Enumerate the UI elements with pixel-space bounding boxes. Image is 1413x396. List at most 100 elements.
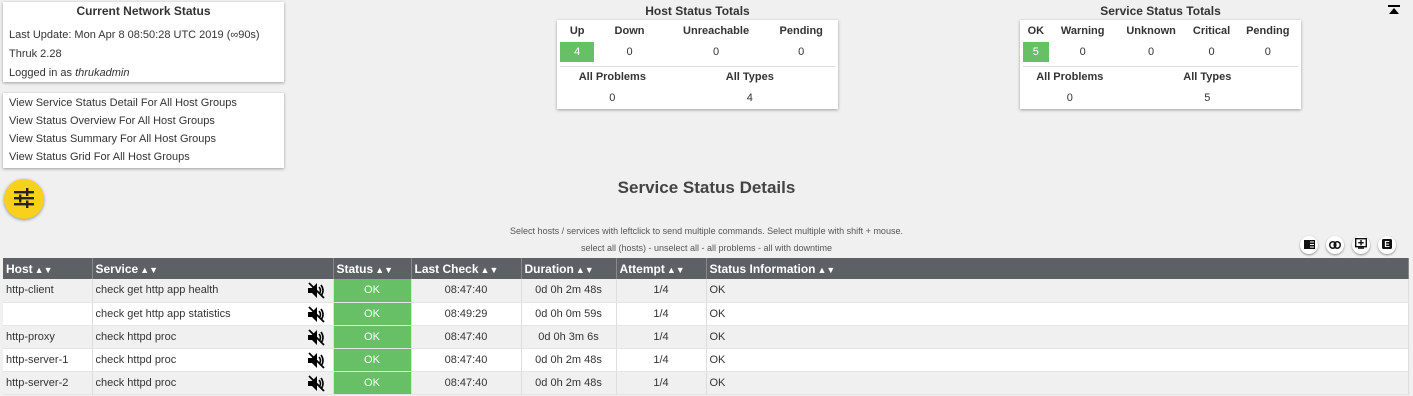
host-all-problems-count[interactable]: 0 bbox=[560, 88, 665, 108]
host-unreachable-header[interactable]: Unreachable bbox=[665, 20, 768, 42]
host-totals-title: Host Status Totals bbox=[645, 4, 750, 18]
status-info-cell: OK bbox=[706, 325, 1409, 349]
status-cell[interactable]: OK bbox=[333, 279, 412, 303]
link-button[interactable] bbox=[1326, 236, 1344, 254]
svc-all-types-count[interactable]: 5 bbox=[1117, 88, 1298, 108]
page-title: Service Status Details bbox=[617, 178, 796, 197]
service-totals-title: Service Status Totals bbox=[1100, 4, 1221, 18]
col-service[interactable]: Service ▲▼ bbox=[92, 258, 334, 279]
add-button[interactable] bbox=[1352, 236, 1370, 254]
sort-icon[interactable]: ▲▼ bbox=[481, 265, 499, 275]
svc-all-problems-count[interactable]: 0 bbox=[1023, 88, 1117, 108]
host-cell[interactable]: http-client bbox=[3, 279, 93, 303]
sort-icon[interactable]: ▲▼ bbox=[818, 265, 836, 275]
network-status-box: Current Network Status Last Update: Mon … bbox=[3, 2, 284, 82]
last-check-cell: 08:47:40 bbox=[411, 279, 522, 303]
selection-hint: Select hosts / services with leftclick t… bbox=[510, 226, 903, 236]
svc-all-types-label[interactable]: All Types bbox=[1117, 66, 1298, 88]
host-pending-header[interactable]: Pending bbox=[767, 20, 835, 42]
attempt-cell: 1/4 bbox=[616, 302, 707, 326]
col-status[interactable]: Status ▲▼ bbox=[333, 258, 412, 279]
table-row[interactable]: check get http app statistics OK 08:49:2… bbox=[3, 302, 1409, 326]
selection-links[interactable]: select all (hosts) - unselect all - all … bbox=[0, 243, 1413, 253]
col-host[interactable]: Host ▲▼ bbox=[3, 258, 93, 279]
col-status-info-label: Status Information bbox=[709, 261, 816, 276]
sort-icon[interactable]: ▲▼ bbox=[667, 265, 685, 275]
col-attempt[interactable]: Attempt ▲▼ bbox=[616, 258, 707, 279]
host-all-types-count[interactable]: 4 bbox=[665, 88, 835, 108]
export-button[interactable]: E bbox=[1378, 236, 1396, 254]
username: thrukadmin bbox=[75, 67, 130, 79]
table-row[interactable]: http-client check get http app health OK… bbox=[3, 279, 1409, 303]
service-cell[interactable]: check httpd proc bbox=[92, 348, 334, 372]
host-all-types-label[interactable]: All Types bbox=[665, 66, 835, 88]
muted-icon bbox=[307, 328, 325, 346]
svc-critical-header[interactable]: Critical bbox=[1186, 20, 1238, 42]
table-row[interactable]: http-proxy check httpd proc OK 08:47:40 … bbox=[3, 325, 1409, 349]
svc-unknown-header[interactable]: Unknown bbox=[1117, 20, 1186, 42]
col-last-check[interactable]: Last Check ▲▼ bbox=[411, 258, 522, 279]
host-cell[interactable]: http-server-2 bbox=[3, 371, 93, 395]
table-row[interactable]: http-server-1 check httpd proc OK 08:47:… bbox=[3, 348, 1409, 372]
status-cell[interactable]: OK bbox=[333, 302, 412, 326]
service-totals-box: OK Warning Unknown Critical Pending 5 0 … bbox=[1020, 20, 1301, 109]
col-duration-label: Duration bbox=[524, 261, 574, 276]
svc-ok-count[interactable]: 5 bbox=[1023, 42, 1049, 62]
host-all-problems-label[interactable]: All Problems bbox=[560, 66, 665, 88]
status-info-cell: OK bbox=[706, 279, 1409, 303]
logged-in: Logged in as thrukadmin bbox=[9, 64, 278, 83]
svg-text:E: E bbox=[1384, 240, 1390, 249]
host-down-count[interactable]: 0 bbox=[594, 42, 664, 62]
service-cell[interactable]: check get http app statistics bbox=[92, 302, 334, 326]
svc-critical-count[interactable]: 0 bbox=[1186, 42, 1238, 62]
status-cell[interactable]: OK bbox=[333, 371, 412, 395]
host-unreachable-count[interactable]: 0 bbox=[665, 42, 768, 62]
host-down-header[interactable]: Down bbox=[594, 20, 664, 42]
last-check-cell: 08:47:40 bbox=[411, 348, 522, 372]
svc-warning-count[interactable]: 0 bbox=[1049, 42, 1117, 62]
host-cell[interactable]: http-proxy bbox=[3, 325, 93, 349]
link-status-summary[interactable]: View Status Summary For All Host Groups bbox=[9, 130, 278, 148]
svc-ok-header[interactable]: OK bbox=[1023, 20, 1049, 42]
last-check-cell: 08:49:29 bbox=[411, 302, 522, 326]
service-name[interactable]: check httpd proc bbox=[96, 331, 177, 343]
host-up-header[interactable]: Up bbox=[560, 20, 594, 42]
svc-unknown-count[interactable]: 0 bbox=[1117, 42, 1186, 62]
last-check-cell: 08:47:40 bbox=[411, 325, 522, 349]
svc-all-problems-label[interactable]: All Problems bbox=[1023, 66, 1117, 88]
status-info-cell: OK bbox=[706, 348, 1409, 372]
status-cell[interactable]: OK bbox=[333, 348, 412, 372]
service-name[interactable]: check httpd proc bbox=[96, 377, 177, 389]
svc-warning-header[interactable]: Warning bbox=[1049, 20, 1117, 42]
host-cell[interactable]: http-server-1 bbox=[3, 348, 93, 372]
service-cell[interactable]: check httpd proc bbox=[92, 325, 334, 349]
col-duration[interactable]: Duration ▲▼ bbox=[521, 258, 617, 279]
host-pending-count[interactable]: 0 bbox=[767, 42, 835, 62]
service-name[interactable]: check get http app statistics bbox=[96, 308, 231, 320]
collapse-icon[interactable] bbox=[1387, 4, 1401, 18]
service-name[interactable]: check get http app health bbox=[96, 284, 219, 296]
sort-icon[interactable]: ▲▼ bbox=[140, 265, 158, 275]
columns-icon bbox=[1303, 238, 1315, 252]
logged-in-prefix: Logged in as bbox=[9, 67, 76, 79]
host-up-count[interactable]: 4 bbox=[560, 42, 595, 62]
link-service-detail[interactable]: View Service Status Detail For All Host … bbox=[9, 94, 278, 112]
status-cell[interactable]: OK bbox=[333, 325, 412, 349]
col-status-info[interactable]: Status Information ▲▼ bbox=[706, 258, 1409, 279]
service-name[interactable]: check httpd proc bbox=[96, 354, 177, 366]
duration-cell: 0d 0h 2m 48s bbox=[521, 371, 617, 395]
link-icon bbox=[1329, 238, 1341, 252]
network-status-title: Current Network Status bbox=[76, 4, 211, 18]
host-cell[interactable] bbox=[3, 302, 93, 326]
link-status-overview[interactable]: View Status Overview For All Host Groups bbox=[9, 112, 278, 130]
service-cell[interactable]: check get http app health bbox=[92, 279, 334, 303]
table-row[interactable]: http-server-2 check httpd proc OK 08:47:… bbox=[3, 371, 1409, 395]
svc-pending-header[interactable]: Pending bbox=[1238, 20, 1298, 42]
sort-icon[interactable]: ▲▼ bbox=[35, 265, 53, 275]
sort-icon[interactable]: ▲▼ bbox=[576, 265, 594, 275]
service-cell[interactable]: check httpd proc bbox=[92, 371, 334, 395]
link-status-grid[interactable]: View Status Grid For All Host Groups bbox=[9, 148, 278, 166]
columns-button[interactable] bbox=[1300, 236, 1318, 254]
svc-pending-count[interactable]: 0 bbox=[1238, 42, 1298, 62]
sort-icon[interactable]: ▲▼ bbox=[375, 265, 393, 275]
